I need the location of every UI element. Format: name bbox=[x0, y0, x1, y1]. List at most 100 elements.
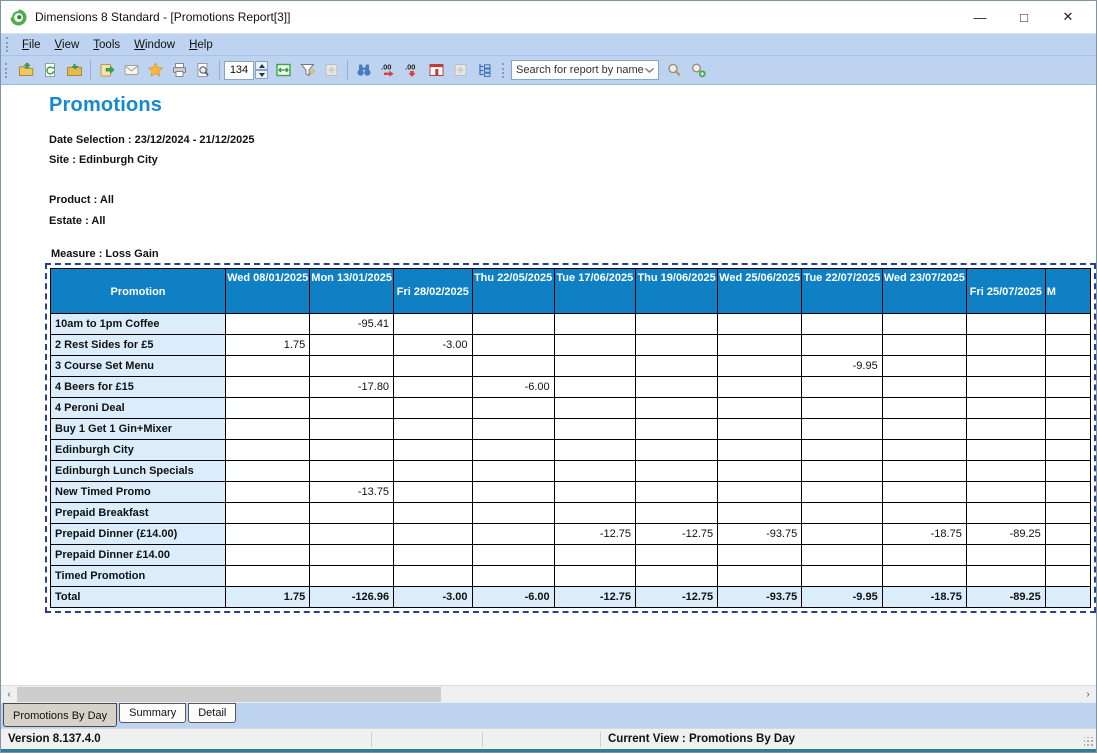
statusbar-empty-panel bbox=[372, 729, 482, 749]
value-cell: -9.95 bbox=[802, 587, 882, 608]
svg-text:.00: .00 bbox=[381, 63, 391, 72]
value-cell bbox=[394, 566, 472, 587]
value-cell bbox=[882, 356, 966, 377]
value-cell bbox=[554, 314, 635, 335]
zoom-level-input[interactable]: 134 bbox=[224, 61, 254, 80]
print-preview-button[interactable] bbox=[191, 58, 215, 82]
value-cell bbox=[394, 482, 472, 503]
tab-detail[interactable]: Detail bbox=[188, 703, 236, 723]
value-cell bbox=[882, 440, 966, 461]
value-cell-clipped bbox=[1045, 566, 1090, 587]
column-header-date: Wed 08/01/2025 bbox=[226, 269, 310, 314]
search-toolbar-grip[interactable] bbox=[502, 63, 507, 78]
tab-promotions-by-day[interactable]: Promotions By Day bbox=[3, 703, 117, 727]
statusbar-empty-panel bbox=[483, 729, 600, 749]
value-cell bbox=[718, 314, 802, 335]
value-cell bbox=[472, 335, 554, 356]
value-cell bbox=[636, 335, 718, 356]
report-search-combo[interactable]: Search for report by name bbox=[511, 60, 659, 80]
value-cell: -6.00 bbox=[472, 377, 554, 398]
menu-file[interactable]: File bbox=[15, 36, 48, 54]
value-cell bbox=[310, 356, 394, 377]
selected-table-region[interactable]: PromotionWed 08/01/2025Mon 13/01/2025Fri… bbox=[45, 263, 1096, 613]
filter-funnel-icon bbox=[299, 62, 316, 78]
value-cell bbox=[966, 377, 1045, 398]
search-button[interactable] bbox=[662, 58, 686, 82]
find-button[interactable] bbox=[352, 58, 376, 82]
value-cell bbox=[882, 377, 966, 398]
value-cell bbox=[718, 356, 802, 377]
toolbar: 134 bbox=[1, 55, 1096, 85]
refresh-icon bbox=[42, 62, 58, 78]
menu-help[interactable]: Help bbox=[182, 36, 220, 54]
value-cell: 1.75 bbox=[226, 587, 310, 608]
table-header-row: PromotionWed 08/01/2025Mon 13/01/2025Fri… bbox=[51, 269, 1091, 314]
tree-view-button[interactable] bbox=[472, 58, 496, 82]
value-cell bbox=[554, 566, 635, 587]
value-cell: -126.96 bbox=[310, 587, 394, 608]
value-cell bbox=[636, 377, 718, 398]
import-report-button[interactable] bbox=[62, 58, 86, 82]
site-text: Site : Edinburgh City bbox=[49, 153, 1096, 167]
value-cell bbox=[882, 398, 966, 419]
search-add-button[interactable] bbox=[686, 58, 710, 82]
horizontal-scrollbar[interactable]: ‹ › bbox=[1, 685, 1096, 702]
column-header-date-clipped: M bbox=[1045, 269, 1090, 314]
menubar-grip[interactable] bbox=[6, 37, 11, 52]
add-disabled-button[interactable] bbox=[319, 58, 343, 82]
value-cell bbox=[802, 524, 882, 545]
email-button[interactable] bbox=[119, 58, 143, 82]
promotion-label-cell: Prepaid Breakfast bbox=[51, 503, 226, 524]
scrollbar-thumb[interactable] bbox=[17, 687, 441, 702]
value-cell bbox=[394, 419, 472, 440]
value-cell bbox=[966, 482, 1045, 503]
chevron-down-icon[interactable] bbox=[644, 67, 655, 74]
zoom-up-button[interactable] bbox=[255, 61, 268, 70]
value-cell bbox=[882, 419, 966, 440]
value-cell bbox=[226, 440, 310, 461]
value-cell bbox=[718, 440, 802, 461]
column-header-date: Tue 17/06/2025 bbox=[554, 269, 635, 314]
favorites-button[interactable] bbox=[143, 58, 167, 82]
toolbar-grip[interactable] bbox=[5, 63, 10, 78]
open-report-button[interactable] bbox=[14, 58, 38, 82]
table-row: 2 Rest Sides for £51.75-3.00 bbox=[51, 335, 1091, 356]
menu-view[interactable]: View bbox=[48, 36, 87, 54]
menu-window[interactable]: Window bbox=[127, 36, 182, 54]
value-cell bbox=[882, 335, 966, 356]
scroll-left-button[interactable]: ‹ bbox=[1, 686, 17, 702]
minimize-button[interactable]: — bbox=[958, 3, 1002, 31]
value-cell bbox=[802, 482, 882, 503]
promotion-label-cell: 2 Rest Sides for £5 bbox=[51, 335, 226, 356]
value-cell bbox=[802, 461, 882, 482]
chart-add-disabled-button[interactable] bbox=[448, 58, 472, 82]
value-cell bbox=[472, 461, 554, 482]
scroll-right-button[interactable]: › bbox=[1080, 686, 1096, 702]
close-button[interactable]: ✕ bbox=[1046, 3, 1090, 31]
value-cell: -12.75 bbox=[554, 587, 635, 608]
maximize-button[interactable]: □ bbox=[1002, 3, 1046, 31]
value-cell: -89.25 bbox=[966, 524, 1045, 545]
export-button[interactable] bbox=[95, 58, 119, 82]
value-cell bbox=[966, 419, 1045, 440]
report-search-input[interactable]: Search for report by name bbox=[516, 64, 644, 76]
refresh-report-button[interactable] bbox=[38, 58, 62, 82]
value-cell: -93.75 bbox=[718, 587, 802, 608]
menu-tools[interactable]: Tools bbox=[86, 36, 127, 54]
zoom-down-button[interactable] bbox=[255, 70, 268, 79]
chart-button[interactable] bbox=[424, 58, 448, 82]
binoculars-icon bbox=[355, 62, 373, 78]
decimal-increase-button[interactable]: .00 bbox=[376, 58, 400, 82]
resize-grip[interactable] bbox=[1084, 737, 1094, 747]
value-cell bbox=[394, 524, 472, 545]
filter-button[interactable] bbox=[295, 58, 319, 82]
value-cell bbox=[310, 440, 394, 461]
version-text: Version 8.137.4.0 bbox=[1, 729, 371, 749]
decimal-increase-icon: .00 bbox=[379, 62, 397, 78]
value-cell: -93.75 bbox=[718, 524, 802, 545]
print-button[interactable] bbox=[167, 58, 191, 82]
value-cell bbox=[802, 566, 882, 587]
tab-summary[interactable]: Summary bbox=[119, 703, 186, 723]
fit-width-button[interactable] bbox=[271, 58, 295, 82]
decimal-decrease-button[interactable]: .00 bbox=[400, 58, 424, 82]
